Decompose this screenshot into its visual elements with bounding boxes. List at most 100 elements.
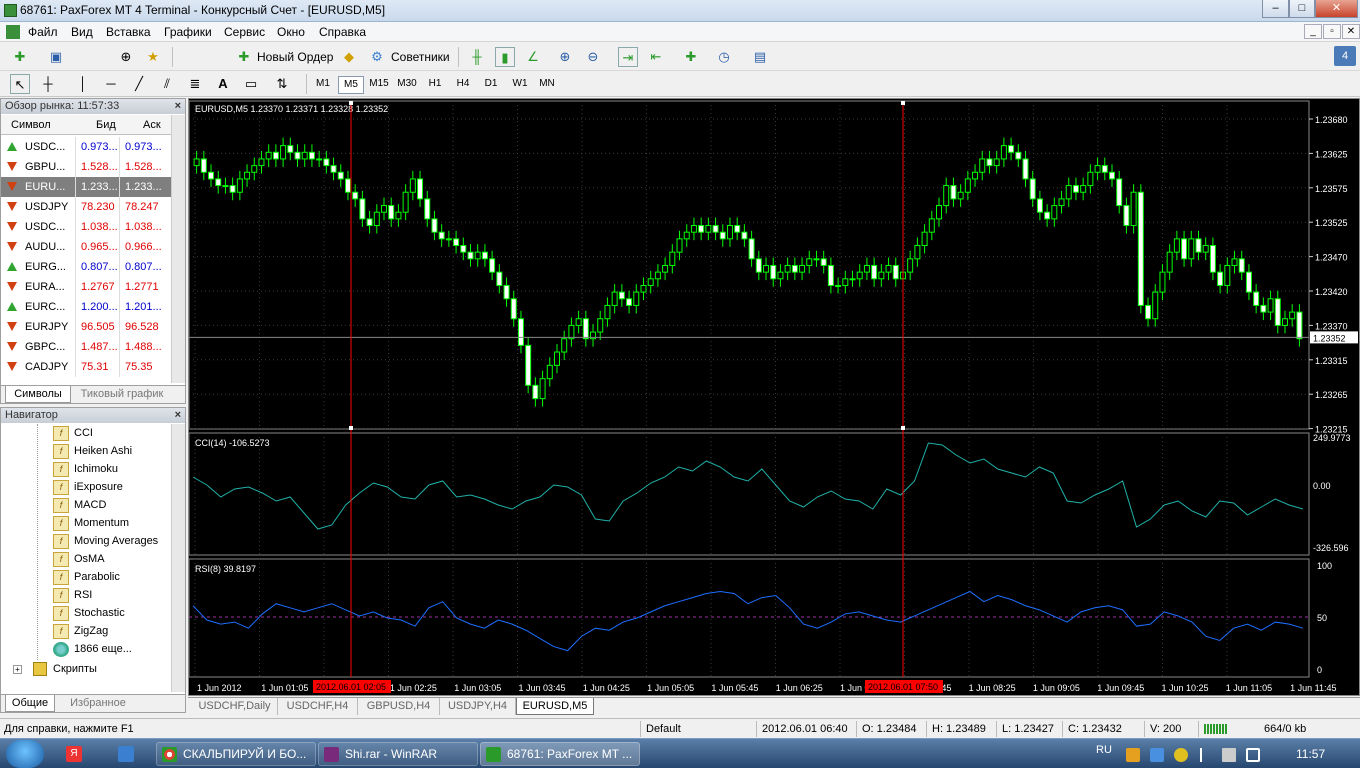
line-chart-icon[interactable]: ∠ — [523, 47, 543, 67]
expand-icon[interactable]: + — [13, 665, 22, 674]
chart-window[interactable]: 1.23680 1.23625 1.23575 1.23525 1.23470 1.234… — [188, 98, 1360, 696]
menu-window[interactable]: Окно — [277, 25, 305, 39]
menu-file[interactable]: Файл — [28, 25, 58, 39]
chart-tab[interactable]: USDCHF,Daily — [192, 698, 278, 715]
market-row[interactable]: EURC... 1.200... 1.201... — [1, 297, 171, 317]
trendline-icon[interactable]: ╱ — [129, 74, 149, 94]
arrows-tool-icon[interactable]: ⇅ — [272, 74, 292, 94]
timeframe-m15[interactable]: M15 — [366, 76, 392, 94]
price-chart[interactable]: 1.23680 1.23625 1.23575 1.23525 1.23470 1.234… — [189, 99, 1359, 695]
tray-icon-1[interactable] — [1126, 748, 1140, 762]
market-row[interactable]: AUDU... 0.965... 0.966... — [1, 237, 171, 257]
nav-scripts[interactable]: Скрипты — [53, 663, 97, 675]
mdi-restore-button[interactable]: ▫ — [1323, 24, 1341, 39]
alert-icon[interactable]: ◆ — [339, 47, 359, 67]
market-watch-close-icon[interactable]: × — [175, 99, 181, 114]
autoscroll-icon[interactable]: ⇥ — [618, 47, 638, 67]
market-row[interactable]: EURA... 1.2767 1.2771 — [1, 277, 171, 297]
timeframe-h1[interactable]: H1 — [422, 76, 448, 94]
new-order-icon[interactable]: ✚ — [234, 47, 254, 67]
menu-view[interactable]: Вид — [71, 25, 93, 39]
candle — [1130, 191, 1137, 227]
market-row[interactable]: GBPC... 1.487... 1.488... — [1, 337, 171, 357]
favorites-icon[interactable]: ★ — [143, 47, 163, 67]
market-row[interactable]: CADJPY 75.31 75.35 — [1, 357, 171, 377]
maximize-button[interactable]: □ — [1289, 0, 1315, 18]
col-ask[interactable]: Аск — [143, 119, 161, 131]
timeframe-w1[interactable]: W1 — [507, 76, 533, 94]
crosshair-icon[interactable]: ⊕ — [116, 47, 136, 67]
horizontal-line-icon[interactable]: ─ — [101, 74, 121, 94]
chart-shift-icon[interactable]: ⇤ — [646, 47, 666, 67]
volume-icon[interactable] — [1246, 748, 1260, 762]
start-button[interactable] — [6, 740, 44, 768]
yandex-icon[interactable]: Я — [66, 746, 82, 762]
tab-symbols[interactable]: Символы — [5, 386, 71, 403]
navigator-scrollbar[interactable] — [171, 424, 185, 692]
tray-icon-2[interactable] — [1150, 748, 1164, 762]
indicators-icon[interactable]: ✚ — [681, 47, 701, 67]
channel-icon[interactable]: ⫽ — [157, 74, 177, 94]
language-indicator[interactable]: RU — [1096, 744, 1112, 756]
menu-charts[interactable]: Графики — [164, 25, 212, 39]
tab-general[interactable]: Общие — [5, 695, 55, 712]
market-row[interactable]: USDC... 1.038... 1.038... — [1, 217, 171, 237]
close-button[interactable]: ✕ — [1315, 0, 1358, 18]
advisors-icon[interactable]: ⚙ — [367, 47, 387, 67]
zoom-out-icon[interactable]: ⊖ — [583, 47, 603, 67]
market-row[interactable]: USDC... 0.973... 0.973... — [1, 137, 171, 157]
text-tool-icon[interactable]: A — [213, 74, 233, 94]
network-icon[interactable] — [1222, 748, 1236, 762]
zoom-in-icon[interactable]: ⊕ — [555, 47, 575, 67]
timeframe-d1[interactable]: D1 — [478, 76, 504, 94]
mdi-close-button[interactable]: ✕ — [1342, 24, 1360, 39]
timeframe-mn[interactable]: MN — [534, 76, 560, 94]
vertical-line-icon[interactable]: │ — [73, 74, 93, 94]
candle — [1188, 238, 1195, 260]
notifications-icon[interactable]: 4 — [1334, 46, 1356, 66]
mail-icon[interactable] — [118, 746, 134, 762]
market-watch-scrollbar[interactable] — [171, 115, 185, 383]
menu-insert[interactable]: Вставка — [106, 25, 151, 39]
market-row[interactable]: USDJPY 78.230 78.247 — [1, 197, 171, 217]
navigator-close-icon[interactable]: × — [175, 408, 181, 423]
mdi-minimize-button[interactable]: _ — [1304, 24, 1322, 39]
new-order-button[interactable]: Новый Ордер — [257, 50, 333, 64]
advisors-button[interactable]: Советники — [391, 50, 450, 64]
label-tool-icon[interactable]: ▭ — [241, 74, 261, 94]
candles-icon[interactable]: ▮ — [495, 47, 515, 67]
templates-icon[interactable]: ▤ — [750, 47, 770, 67]
market-row[interactable]: GBPU... 1.528... 1.528... — [1, 157, 171, 177]
crosshair-tool-icon[interactable]: ┼ — [38, 74, 58, 94]
profiles-icon[interactable]: ▣ — [46, 47, 66, 67]
chart-tab[interactable]: GBPUSD,H4 — [358, 698, 440, 715]
fibonacci-icon[interactable]: ≣ — [185, 74, 205, 94]
col-symbol[interactable]: Символ — [11, 119, 51, 131]
tray-icon-3[interactable] — [1174, 748, 1188, 762]
col-bid[interactable]: Бид — [96, 119, 116, 131]
menu-tools[interactable]: Сервис — [224, 25, 265, 39]
menu-help[interactable]: Справка — [319, 25, 366, 39]
timeframe-m30[interactable]: M30 — [394, 76, 420, 94]
task-winrar[interactable]: Shi.rar - WinRAR — [318, 742, 478, 766]
periods-icon[interactable]: ◷ — [714, 47, 734, 67]
market-row[interactable]: EURJPY 96.505 96.528 — [1, 317, 171, 337]
market-row[interactable]: EURG... 0.807... 0.807... — [1, 257, 171, 277]
market-row[interactable]: EURU... 1.233... 1.233... — [1, 177, 171, 197]
minimize-button[interactable]: – — [1262, 0, 1289, 18]
timeframe-m5[interactable]: M5 — [338, 76, 364, 94]
new-chart-icon[interactable]: ✚ — [10, 47, 30, 67]
chart-tab[interactable]: USDJPY,H4 — [440, 698, 516, 715]
tab-favorites[interactable]: Избранное — [61, 695, 135, 712]
tab-tick-chart[interactable]: Тиковый график — [75, 386, 169, 403]
market-bid: 96.505 — [81, 321, 115, 333]
bar-chart-icon[interactable]: ╫ — [467, 47, 487, 67]
flag-icon[interactable] — [1200, 748, 1212, 762]
timeframe-h4[interactable]: H4 — [450, 76, 476, 94]
cursor-icon[interactable]: ↖ — [10, 74, 30, 94]
timeframe-m1[interactable]: M1 — [310, 76, 336, 94]
chart-tab-active[interactable]: EURUSD,M5 — [516, 698, 594, 715]
chart-tab[interactable]: USDCHF,H4 — [278, 698, 358, 715]
task-mt4[interactable]: 68761: PaxForex MT ... — [480, 742, 640, 766]
task-browser[interactable]: СКАЛЬПИРУЙ И БО... — [156, 742, 316, 766]
